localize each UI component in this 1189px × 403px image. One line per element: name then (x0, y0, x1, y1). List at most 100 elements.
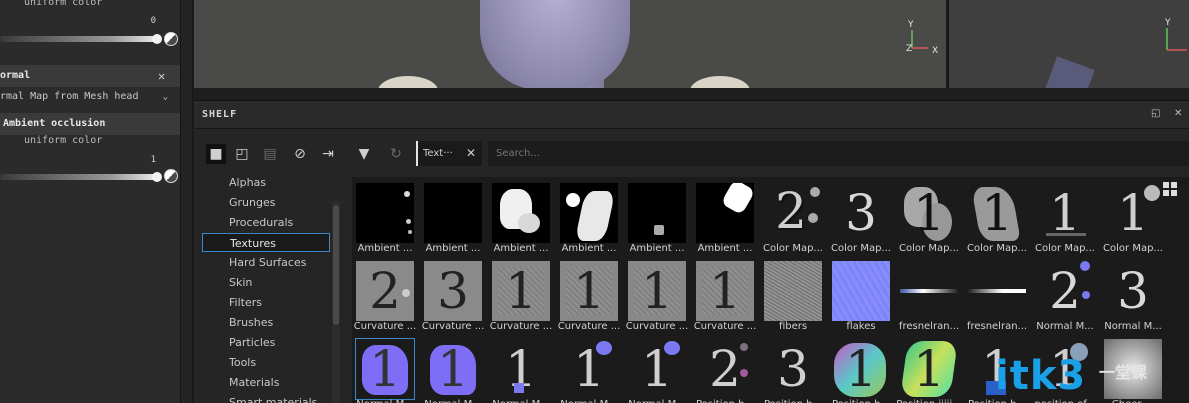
resource-label: Curvature ... (353, 321, 417, 332)
filter-tab-textures[interactable]: Text··· ✕ (416, 141, 482, 166)
resource-label: Curvature ... (557, 321, 621, 332)
view-mode-icon[interactable] (1163, 181, 1177, 196)
resource-tile[interactable]: 1 Curvature ... (556, 258, 622, 333)
resource-label: Ambient ... (697, 243, 753, 254)
resource-tile[interactable]: 1 Color Map... (1100, 180, 1166, 255)
save-icon[interactable]: ▤ (260, 144, 280, 164)
slider-2[interactable] (0, 174, 160, 180)
shelf-title: SHELF (202, 109, 238, 120)
resource-tile[interactable]: 1Normal M... (420, 336, 486, 403)
resource-tile[interactable]: 1 Curvature ... (488, 258, 554, 333)
resource-tile[interactable]: Ambient ... (556, 180, 622, 255)
category-item[interactable]: Hard Surfaces (202, 253, 330, 272)
resource-tile[interactable]: fresnelran... (896, 258, 962, 333)
resource-tile[interactable]: Ambient ... (488, 180, 554, 255)
close-icon[interactable]: ✕ (158, 69, 165, 83)
resource-thumbnail: 2 (696, 339, 754, 399)
chevron-down-icon: ⌄ (162, 92, 168, 102)
category-item[interactable]: Grunges (202, 193, 330, 212)
close-panel-icon[interactable]: ✕ (1174, 109, 1184, 119)
resource-tile[interactable]: 1Normal M... (352, 336, 418, 403)
resource-tile[interactable]: 1Normal M... (556, 336, 622, 403)
2d-viewport[interactable]: Y (947, 0, 1189, 88)
slider-value-2: 1 (150, 155, 156, 165)
category-scrollbar[interactable] (332, 201, 340, 403)
resource-label: Ambient ... (357, 243, 413, 254)
thumb-glyph: 3 (1117, 262, 1149, 320)
resource-tile[interactable]: 3Position b... (760, 336, 826, 403)
category-item[interactable]: Particles (202, 333, 330, 352)
resource-tile[interactable]: 2 Normal M... (1032, 258, 1098, 333)
scroll-thumb[interactable] (333, 205, 339, 325)
category-item[interactable]: Smart materials (202, 393, 330, 403)
resource-label: Ambient ... (493, 243, 549, 254)
resource-tile[interactable]: 1Position b... (828, 336, 894, 403)
resource-tile[interactable]: Ambient ... (420, 180, 486, 255)
resource-label: Ambient ... (629, 243, 685, 254)
panel-splitter[interactable] (180, 0, 193, 403)
filter-icon[interactable]: ▼ (354, 144, 374, 164)
resource-thumbnail: 1 (492, 261, 550, 321)
3d-viewport[interactable]: Y Z X (194, 0, 946, 88)
new-folder-icon[interactable]: ◰ (232, 144, 252, 164)
resource-tile[interactable]: 1Normal M... (624, 336, 690, 403)
category-item[interactable]: Skin (202, 273, 330, 292)
resource-tile[interactable]: Ambient ... (352, 180, 418, 255)
hide-icon[interactable]: ⊘ (290, 144, 310, 164)
resource-tile[interactable]: 3 Normal M... (1100, 258, 1166, 333)
category-item[interactable]: Filters (202, 293, 330, 312)
resource-tile[interactable]: 1 Color Map... (896, 180, 962, 255)
slider-1-knob[interactable] (152, 34, 162, 44)
category-item[interactable]: Tools (202, 353, 330, 372)
resource-tile[interactable]: Ambient ... (624, 180, 690, 255)
thumb-glyph: 1 (913, 340, 945, 398)
resource-thumbnail: 1 (900, 183, 958, 243)
slider-2-knob[interactable] (152, 172, 162, 182)
resource-tile[interactable]: 1Position ijiii... (896, 336, 962, 403)
import-icon[interactable]: ⇥ (318, 144, 338, 164)
resource-tile[interactable]: 1 Color Map... (964, 180, 1030, 255)
resource-tile[interactable]: 2 2 Color Map... (760, 180, 826, 255)
resource-tile[interactable]: 1 Curvature ... (624, 258, 690, 333)
resource-tile[interactable]: 1 Color Map... (1032, 180, 1098, 255)
resource-tile[interactable]: 2 Curvature ... (352, 258, 418, 333)
resource-thumbnail: 3 (832, 183, 890, 243)
category-item[interactable]: Brushes (202, 313, 330, 332)
refresh-icon[interactable]: ↻ (386, 144, 406, 164)
resource-tile[interactable]: 1Normal M... (488, 336, 554, 403)
category-item[interactable]: Textures (202, 233, 330, 252)
resource-thumbnail (696, 183, 754, 243)
search-input[interactable] (488, 141, 1189, 166)
resource-thumbnail (356, 183, 414, 243)
mix-icon-2[interactable] (164, 169, 178, 183)
thumb-glyph: 3 (437, 262, 469, 320)
resource-tile[interactable]: 2Position b... (692, 336, 758, 403)
watermark-text: itk3 (995, 353, 1087, 399)
category-item[interactable]: Alphas (202, 173, 330, 192)
close-icon[interactable]: ✕ (466, 141, 476, 166)
category-item[interactable]: Procedurals (202, 213, 330, 232)
resource-tile[interactable]: 1 Curvature ... (692, 258, 758, 333)
resource-label: Curvature ... (421, 321, 485, 332)
ao-section-header[interactable]: Ambient occlusion (0, 113, 180, 135)
maximize-icon[interactable]: ◱ (1151, 109, 1161, 119)
substance-painter-window: uniform color 0 ormal ✕ rmal Map from Me… (0, 0, 1189, 403)
resource-tile[interactable]: fibers (760, 258, 826, 333)
thumb-glyph: 1 (369, 340, 401, 398)
category-item[interactable]: Materials (202, 373, 330, 392)
resource-tile[interactable]: Ambient ... (692, 180, 758, 255)
resource-tile[interactable]: fresnelran... (964, 258, 1030, 333)
thumb-shape (596, 341, 612, 355)
normal-section-header[interactable]: ormal (0, 65, 180, 87)
shoulder-left (378, 76, 438, 88)
resource-tile[interactable]: 3 Curvature ... (420, 258, 486, 333)
resource-tile[interactable]: 3 Color Map... (828, 180, 894, 255)
mix-icon-1[interactable] (164, 32, 178, 46)
resource-tile[interactable]: flakes (828, 258, 894, 333)
resource-label: Position b... (692, 399, 758, 403)
slider-1[interactable] (0, 36, 160, 42)
folder-icon[interactable]: ■ (206, 144, 226, 164)
thumb-shape (740, 343, 748, 351)
resource-thumbnail: 1 (628, 339, 686, 399)
normal-source-dropdown[interactable]: rmal Map from Mesh head ⌄ (0, 88, 180, 106)
